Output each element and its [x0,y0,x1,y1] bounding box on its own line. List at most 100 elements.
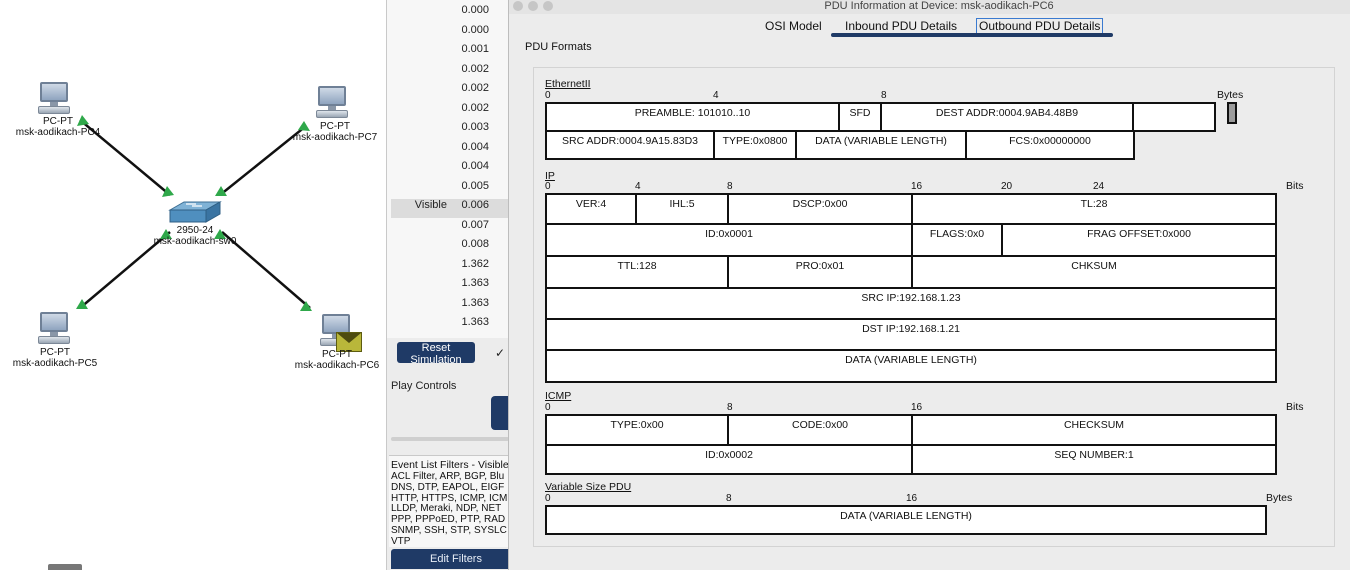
ip-src-ip-field: SRC IP:192.168.1.23 [545,287,1277,320]
event-visible-cell: Visible [414,199,447,211]
edit-filters-button[interactable]: Edit Filters [391,549,521,569]
tab-outbound-pdu-details[interactable]: Outbound PDU Details [975,18,1104,34]
event-time-cell: 0.004 [461,140,489,153]
event-row[interactable]: 1.362 [391,258,509,277]
variable-data-field: DATA (VARIABLE LENGTH) [545,505,1267,535]
variable-ruler-8: 8 [726,493,732,504]
filters-title: Event List Filters - Visible [391,459,509,471]
pc6-name: msk-aodikach-PC6 [294,360,380,371]
pc4-label: PC-PT msk-aodikach-PC4 [10,116,106,138]
eth-src-addr-field: SRC ADDR:0004.9A15.83D3 [545,130,715,160]
event-row[interactable]: 0.003 [391,121,509,140]
ip-ruler-24: 24 [1093,181,1105,192]
event-row[interactable]: 0.001 [391,43,509,62]
ip-ruler-20: 20 [1001,181,1013,192]
event-row[interactable]: 1.363 [391,297,509,316]
eth-dest-addr-field: DEST ADDR:0004.9AB4.48B9 [880,102,1134,132]
play-controls-label: Play Controls [391,380,457,392]
icmp-id-field: ID:0x0002 [545,444,913,475]
pdu-formats-label: PDU Formats [525,41,592,53]
ip-checksum-field: CHKSUM [911,255,1277,289]
minimize-icon[interactable] [528,1,538,11]
event-row[interactable]: 0.004 [391,160,509,179]
event-row[interactable]: 0.002 [391,63,509,82]
ip-ruler-16: 16 [911,181,923,192]
icmp-checksum-field: CHECKSUM [911,414,1277,446]
pc7-type: PC-PT [320,121,350,132]
icmp-type-field: TYPE:0x00 [545,414,729,446]
pdu-info-window: PDU Information at Device: msk-aodikach-… [508,0,1350,570]
ip-ihl-field: IHL:5 [635,193,729,225]
ethernet-ruler-4: 4 [713,90,719,101]
event-list: 0.000 0.000 0.001 0.002 0.002 0.002 0.003 0.004… [387,0,511,338]
ip-ruler-8: 8 [727,181,733,192]
filters-list: ACL Filter, ARP, BGP, Blu DNS, DTP, EAPO… [391,471,508,547]
switch-icon[interactable] [168,200,222,224]
event-row[interactable]: 0.000 [391,24,509,43]
icmp-ruler-0: 0 [545,402,551,413]
pc5-type: PC-PT [40,347,70,358]
pc6-label: PC-PT msk-aodikach-PC6 [288,349,386,371]
constant-delay-checkbox[interactable]: ✓ [495,346,505,360]
eth-scroll-marker [1227,102,1237,124]
tab-osi-model[interactable]: OSI Model [765,19,822,33]
pc6-type: PC-PT [322,349,352,360]
icmp-ruler-16: 16 [911,402,923,413]
event-row[interactable]: 1.363 [391,316,509,335]
event-time-cell: 0.004 [461,160,489,172]
event-row[interactable]: 0.008 [391,238,509,257]
ip-ruler-4: 4 [635,181,641,192]
event-row[interactable]: 0.005 [391,180,509,199]
ip-dscp-field: DSCP:0x00 [727,193,913,225]
tab-inbound-pdu-details[interactable]: Inbound PDU Details [845,19,957,33]
eth-extra-field [1132,102,1216,132]
event-time-cell: 0.007 [461,218,489,231]
pc7-label: PC-PT msk-aodikach-PC7 [286,121,384,143]
close-icon[interactable] [513,1,523,11]
ip-tl-field: TL:28 [911,193,1277,225]
ip-data-field: DATA (VARIABLE LENGTH) [545,349,1277,383]
eth-fcs-field: FCS:0x00000000 [965,130,1135,160]
reset-simulation-button[interactable]: Reset Simulation [397,342,475,366]
event-row[interactable]: Visible 0.006 [391,199,509,218]
variable-pdu-title: Variable Size PDU [545,481,632,493]
icmp-unit: Bits [1286,401,1304,413]
ip-ver-field: VER:4 [545,193,637,225]
icmp-ruler-8: 8 [727,402,733,413]
event-time-cell: 0.002 [461,101,489,114]
event-row[interactable]: 0.002 [391,82,509,101]
event-row[interactable]: 0.000 [391,4,509,23]
play-speed-slider[interactable] [391,437,509,441]
event-time-cell: 0.003 [461,121,489,133]
ip-ttl-field: TTL:128 [545,255,729,289]
event-row[interactable]: 0.007 [391,219,509,238]
pdu-formats-panel: EthernetII 0 4 8 Bytes PREAMBLE: 101010.… [533,67,1335,547]
ip-id-field: ID:0x0001 [545,223,913,257]
eth-type-field: TYPE:0x0800 [713,130,797,160]
eth-data-field: DATA (VARIABLE LENGTH) [795,130,967,160]
ip-dst-ip-field: DST IP:192.168.1.21 [545,318,1277,351]
pc4-computer-icon[interactable] [36,82,72,116]
event-time-cell: 1.362 [461,257,489,270]
event-row[interactable]: 1.363 [391,277,509,296]
scroll-handle[interactable] [48,564,82,570]
sw0-label: 2950-24 msk-aodikach-sw0 [146,225,244,247]
maximize-icon[interactable] [543,1,553,11]
pc4-type: PC-PT [43,116,73,127]
simulation-panel: 0.000 0.000 0.001 0.002 0.002 0.002 0.003 0.004… [386,0,521,570]
event-time-cell: 1.363 [461,296,489,309]
window-title: PDU Information at Device: msk-aodikach-… [824,0,1054,12]
ethernet-ruler-0: 0 [545,90,551,101]
pc7-computer-icon[interactable] [314,86,350,120]
event-time-cell: 0.002 [461,82,489,94]
pc5-computer-icon[interactable] [36,312,72,346]
event-row[interactable]: 0.002 [391,102,509,121]
topology-canvas[interactable]: PC-PT msk-aodikach-PC4 PC-PT msk-aodikac… [0,0,386,570]
event-time-cell: 0.005 [461,179,489,192]
ip-protocol-field: PRO:0x01 [727,255,913,289]
icmp-title: ICMP [545,390,572,402]
event-row[interactable]: 0.004 [391,141,509,160]
variable-ruler-0: 0 [545,493,551,504]
pc7-name: msk-aodikach-PC7 [292,132,378,143]
event-time-cell: 0.008 [461,238,489,250]
